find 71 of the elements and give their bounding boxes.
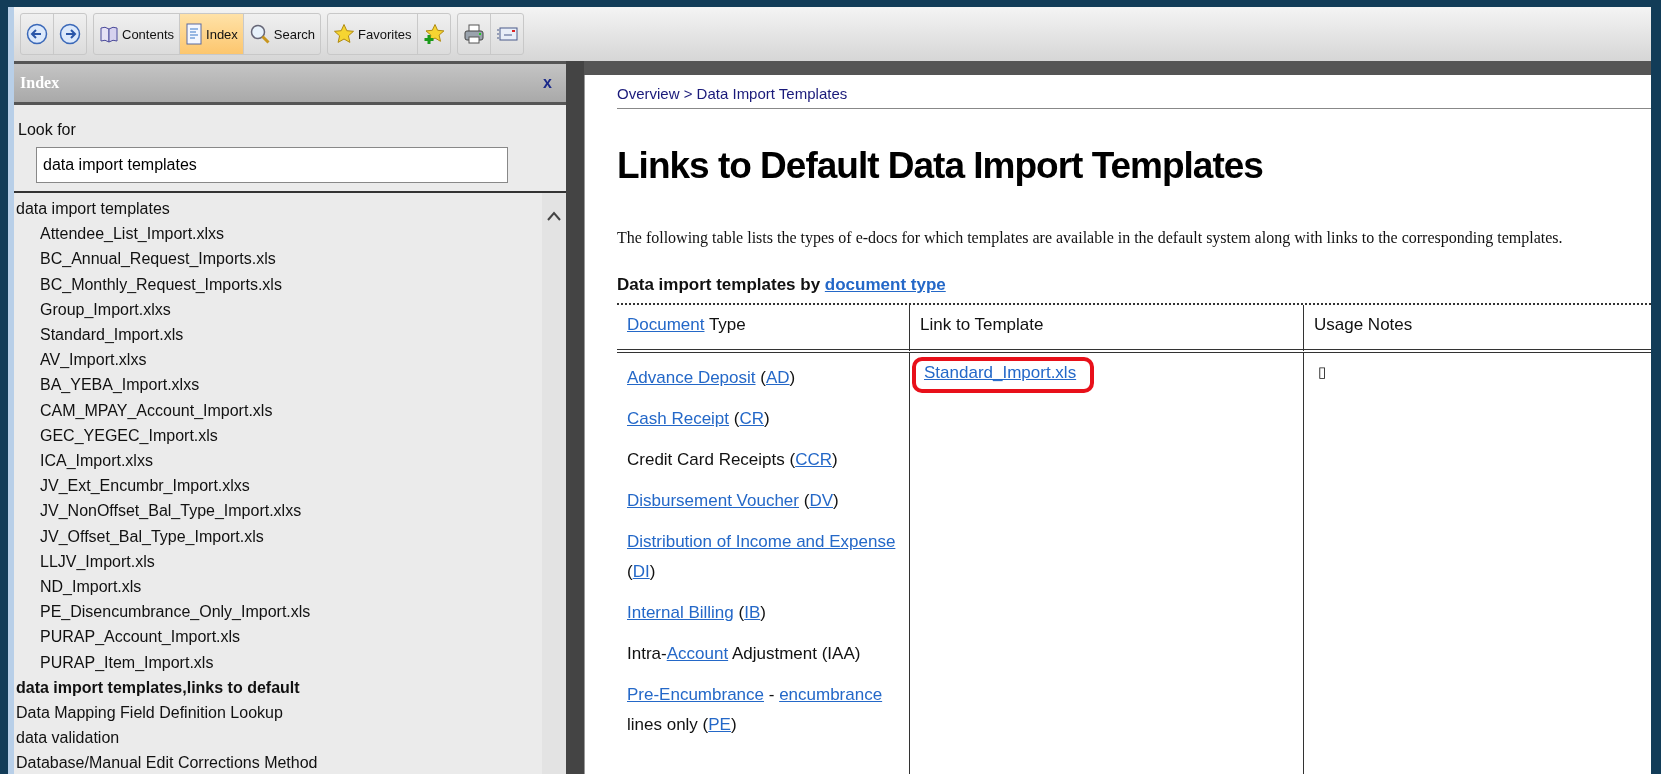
link[interactable]: encumbrance	[779, 685, 883, 704]
index-item[interactable]: Data Mapping Field Definition Lookup	[14, 700, 283, 726]
scrollbar[interactable]	[542, 193, 566, 774]
field-label: Look for	[18, 121, 76, 139]
index-item[interactable]: data import templates,links to default	[14, 674, 300, 701]
document-type: Credit Card Receipts (CCR)	[627, 449, 838, 471]
index-item[interactable]: Attendee_List_Import.xlxs	[14, 221, 225, 247]
link[interactable]: CCR	[795, 450, 832, 469]
link[interactable]: Distribution of Income and Expense	[627, 532, 896, 551]
index-item[interactable]: ND_Import.xls	[14, 574, 142, 600]
index-item[interactable]: JV_NonOffset_Bal_Type_Import.xlxs	[14, 498, 302, 524]
document-type: Internal Billing (IB)	[627, 602, 766, 624]
document-icon	[185, 23, 204, 45]
index-item[interactable]: BC_Annual_Request_Imports.xls	[14, 246, 276, 272]
card-icon	[495, 25, 518, 43]
index-item[interactable]: AV_Import.xlxs	[14, 347, 147, 373]
link[interactable]: document type	[824, 275, 946, 294]
column-header: Link to Template	[909, 305, 1303, 353]
index-item[interactable]: data import templates	[14, 196, 170, 222]
link[interactable]: Cash Receipt	[627, 409, 730, 428]
link[interactable]: DI	[632, 562, 650, 581]
link[interactable]: Advance Deposit	[627, 368, 756, 387]
table-cell-text: ▯	[1317, 363, 1326, 381]
link[interactable]: AD	[765, 368, 790, 387]
index-item[interactable]: JV_Offset_Bal_Type_Import.xls	[14, 523, 264, 549]
index-item[interactable]: LLJV_Import.xls	[14, 548, 155, 575]
index-item[interactable]: Standard_Import.xls	[14, 322, 184, 348]
printer-icon	[462, 23, 485, 45]
document-type: Intra-Account Adjustment (IAA)	[627, 643, 861, 665]
document-type: Advance Deposit (AD)	[627, 367, 796, 389]
document-type: Distribution of Income and Expense (DI)	[627, 531, 897, 583]
book-icon	[99, 24, 119, 44]
index-item[interactable]: JV_Ext_Encumbr_Import.xlxs	[14, 473, 250, 499]
close-button[interactable]: x	[541, 74, 554, 92]
link[interactable]: Account	[666, 644, 729, 663]
document-type: Pre-Encumbrance - encumbrance lines only (PE)	[627, 684, 884, 736]
index-item[interactable]: BC_Monthly_Request_Imports.xls	[14, 271, 282, 297]
link[interactable]: DV	[809, 491, 833, 510]
index-item[interactable]: Database/Manual Edit Corrections Method	[14, 750, 318, 774]
link[interactable]: Document	[627, 315, 705, 334]
index-item[interactable]: ICA_Import.xlxs	[14, 448, 153, 474]
link[interactable]: Disbursement Voucher	[627, 491, 799, 510]
column-header: Usage Notes	[1303, 305, 1651, 353]
index-item[interactable]: Group_Import.xlxs	[14, 296, 171, 322]
column-header: Document Type	[617, 305, 909, 353]
breadcrumb[interactable]: Overview > Data Import Templates	[617, 85, 848, 102]
search-button[interactable]: Search	[243, 14, 321, 54]
index-button[interactable]: Index	[180, 14, 244, 54]
index-item[interactable]: PURAP_Account_Import.xls	[14, 624, 241, 650]
table-caption: Data import templates by document type	[617, 275, 946, 295]
index-item[interactable]: CAM_MPAY_Account_Import.xls	[14, 397, 273, 423]
add-star-icon	[422, 23, 445, 45]
link[interactable]: Pre-Encumbrance	[627, 685, 764, 704]
star-icon	[333, 23, 356, 45]
page-title: Links to Default Data Import Templates	[617, 145, 1263, 187]
description: The following table lists the types of e-docs for which templates are available in the default system along with links to the corresponding templates.	[617, 229, 1563, 247]
index-item[interactable]: data validation	[14, 725, 120, 751]
caret-up-icon	[547, 211, 561, 221]
search-icon	[248, 23, 271, 45]
link[interactable]: Internal Billing	[627, 603, 734, 622]
document-type: Cash Receipt (CR)	[627, 408, 770, 430]
document-type: Disbursement Voucher (DV)	[627, 490, 839, 512]
index-item[interactable]: PE_Disencumbrance_Only_Import.xls	[14, 599, 311, 625]
link[interactable]: CR	[739, 409, 764, 428]
index-item[interactable]: PURAP_Item_Import.xls	[14, 649, 214, 675]
link[interactable]: PE	[708, 715, 731, 734]
template-link[interactable]: Standard_Import.xls	[912, 357, 1095, 393]
search-field[interactable]: data import templates	[36, 147, 508, 183]
index-item[interactable]: GEC_YEGEC_Import.xls	[14, 422, 218, 449]
index-item[interactable]: BA_YEBA_Import.xlxs	[14, 372, 200, 398]
pane-title: Index	[20, 74, 60, 92]
